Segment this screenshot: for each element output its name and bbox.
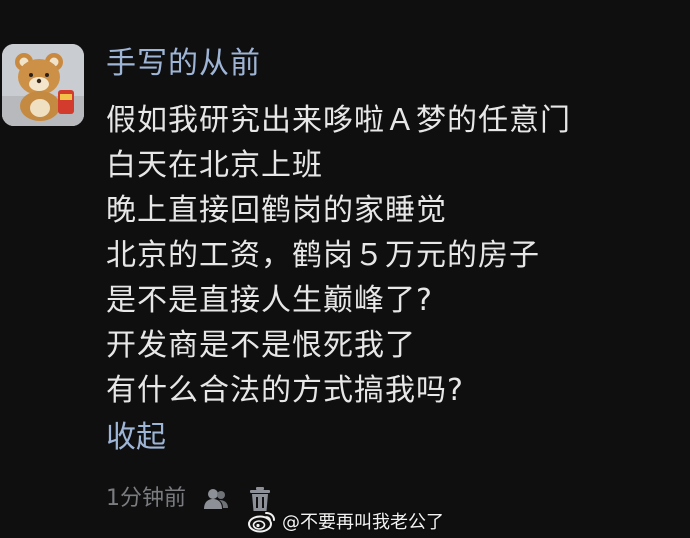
comment-body: 假如我研究出来哆啦Ａ梦的任意门 白天在北京上班 晚上直接回鹤岗的家睡觉 北京的工… (106, 98, 666, 413)
comment-line: 有什么合法的方式搞我吗? (106, 373, 464, 408)
avatar[interactable] (2, 44, 84, 126)
comment-screen: 手写的从前 假如我研究出来哆啦Ａ梦的任意门 白天在北京上班 晚上直接回鹤岗的家睡… (0, 0, 690, 538)
watermark-text: @不要再叫我老公了 (282, 512, 444, 533)
comment-line: 假如我研究出来哆啦Ａ梦的任意门 (106, 103, 571, 138)
weibo-logo-icon (248, 512, 275, 533)
comment-line: 北京的工资，鹤岗５万元的房子 (106, 238, 540, 273)
username[interactable]: 手写的从前 (106, 44, 261, 84)
collapse-button[interactable]: 收起 (106, 418, 166, 458)
timestamp: 1分钟前 (106, 486, 186, 511)
comment-line: 开发商是不是恨死我了 (106, 328, 416, 363)
comment-line: 白天在北京上班 (106, 148, 323, 183)
comment-line: 晚上直接回鹤岗的家睡觉 (106, 193, 447, 228)
users-icon[interactable] (202, 485, 230, 513)
bear-plush-avatar-icon (2, 44, 84, 126)
watermark: @不要再叫我老公了 (248, 506, 444, 536)
comment-line: 是不是直接人生巅峰了? (106, 283, 433, 318)
